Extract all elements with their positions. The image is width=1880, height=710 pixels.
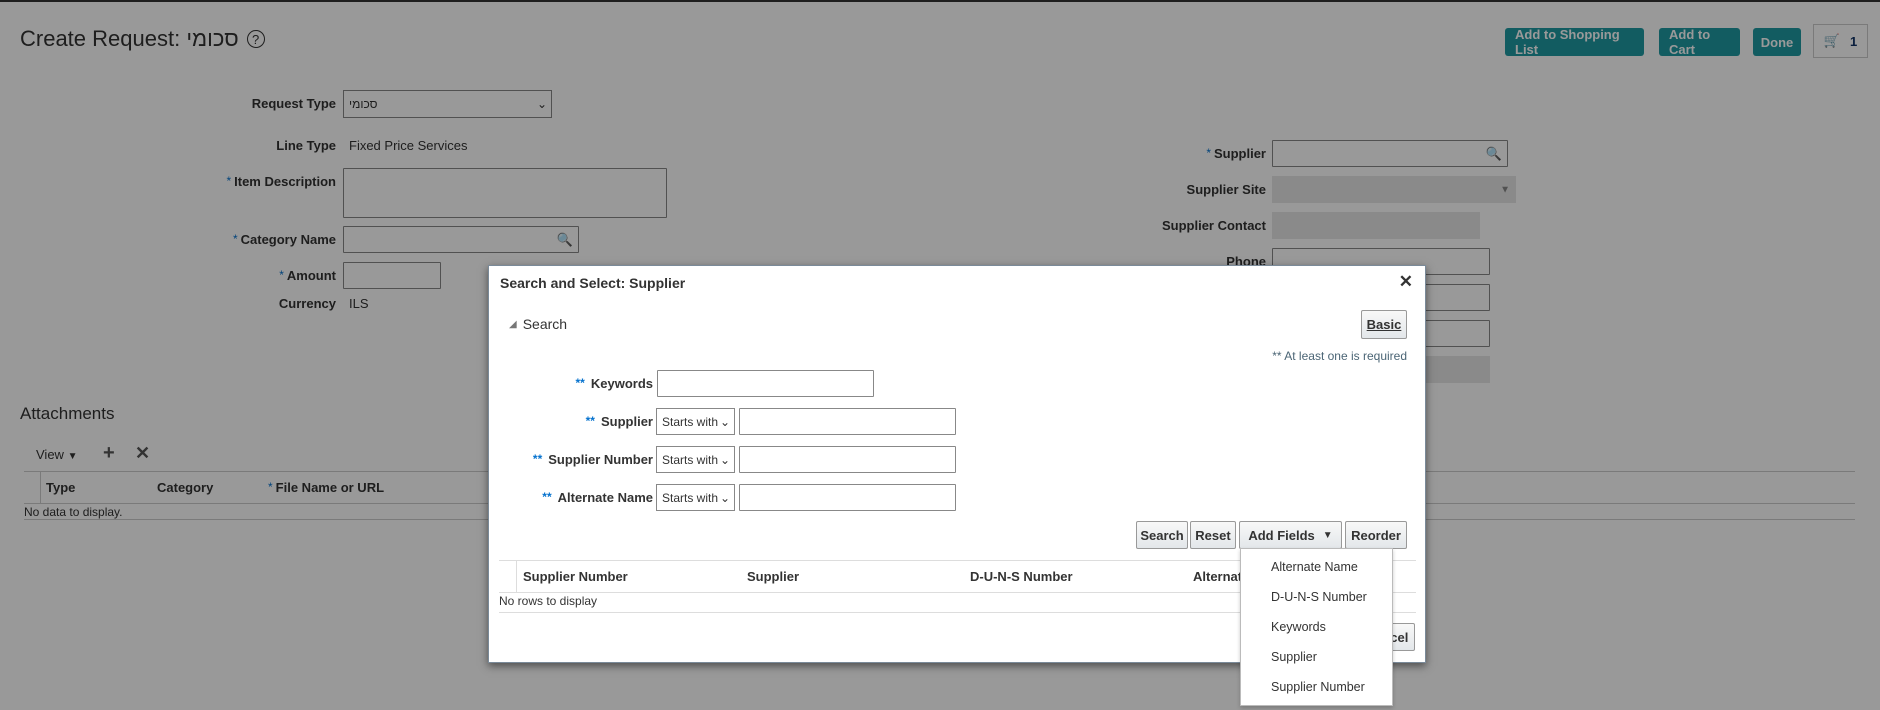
supplier-operator-select[interactable]: Starts with ⌄ xyxy=(656,408,735,435)
label-text: Keywords xyxy=(590,376,653,391)
supplier-input[interactable] xyxy=(739,408,956,435)
supplier-label: ** Supplier xyxy=(509,414,653,429)
label-text: Alternate Name xyxy=(557,490,653,505)
alternate-name-label: ** Alternate Name xyxy=(489,490,653,505)
chevron-down-icon: ⌄ xyxy=(719,452,730,467)
menu-item-keywords[interactable]: Keywords xyxy=(1271,620,1326,634)
keywords-label: ** Keywords xyxy=(509,376,653,391)
operator-value: Starts with xyxy=(662,414,719,429)
search-button[interactable]: Search xyxy=(1136,521,1188,549)
collapse-triangle-icon: ◢ xyxy=(509,319,517,330)
menu-item-duns-number[interactable]: D-U-N-S Number xyxy=(1271,590,1367,604)
column-supplier-number: Supplier Number xyxy=(523,569,628,584)
reset-button[interactable]: Reset xyxy=(1190,521,1236,549)
supplier-number-operator-select[interactable]: Starts with ⌄ xyxy=(656,446,735,473)
reorder-button[interactable]: Reorder xyxy=(1345,521,1407,549)
add-fields-menu: Alternate Name D-U-N-S Number Keywords S… xyxy=(1240,548,1393,706)
chevron-down-icon: ⌄ xyxy=(719,490,730,505)
menu-item-supplier[interactable]: Supplier xyxy=(1271,650,1317,664)
no-rows-message: No rows to display xyxy=(499,594,598,608)
add-fields-button[interactable]: Add Fields ▼ xyxy=(1239,521,1342,549)
search-section-toggle[interactable]: ◢ Search xyxy=(509,316,567,332)
label-text: Supplier xyxy=(600,414,653,429)
operator-value: Starts with xyxy=(662,452,719,467)
basic-button[interactable]: Basic xyxy=(1361,310,1407,339)
alternate-name-operator-select[interactable]: Starts with ⌄ xyxy=(656,484,735,511)
label-text: Supplier Number xyxy=(548,452,653,467)
supplier-number-label: ** Supplier Number xyxy=(489,452,653,467)
close-icon[interactable]: ✕ xyxy=(1399,272,1413,292)
search-section-label: Search xyxy=(522,316,568,332)
add-fields-label: Add Fields xyxy=(1248,527,1315,543)
chevron-down-icon: ⌄ xyxy=(719,414,730,429)
required-mark: ** xyxy=(532,452,543,466)
operator-value: Starts with xyxy=(662,490,719,505)
column-supplier: Supplier xyxy=(747,569,800,584)
menu-item-alternate-name[interactable]: Alternate Name xyxy=(1271,560,1358,574)
required-mark: ** xyxy=(585,414,595,428)
supplier-number-input[interactable] xyxy=(739,446,956,473)
alternate-name-input[interactable] xyxy=(739,484,956,511)
column-duns-number: D-U-N-S Number xyxy=(970,569,1073,584)
menu-item-supplier-number[interactable]: Supplier Number xyxy=(1271,680,1365,694)
required-mark: ** xyxy=(575,376,585,390)
dialog-title: Search and Select: Supplier xyxy=(500,275,686,291)
caret-down-icon: ▼ xyxy=(1322,529,1333,541)
keywords-input[interactable] xyxy=(657,370,874,397)
required-note: ** At least one is required xyxy=(1272,349,1407,363)
required-mark: ** xyxy=(542,490,552,504)
